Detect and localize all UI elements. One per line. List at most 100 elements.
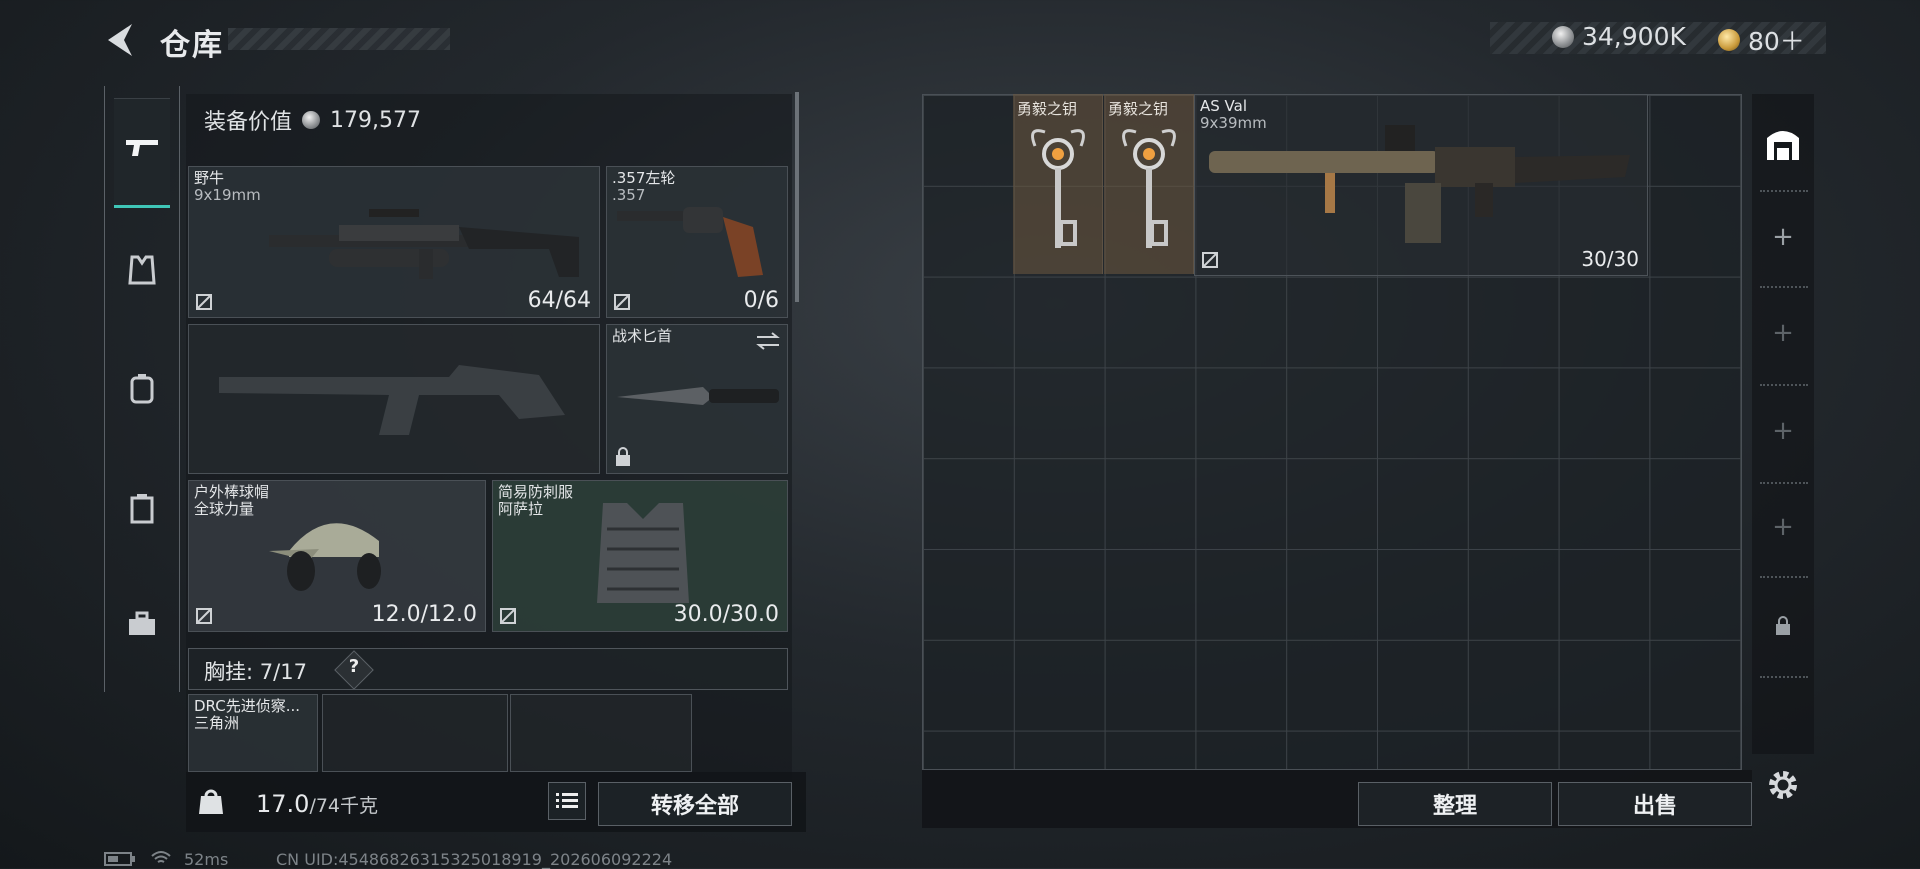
lock-icon — [1776, 616, 1790, 635]
backpack-icon — [130, 374, 154, 404]
loadout-scrollbar[interactable] — [795, 92, 799, 302]
chest-rig-empty-slot[interactable] — [322, 694, 508, 772]
item-name: .357左轮 — [612, 169, 676, 187]
transfer-all-button[interactable]: 转移全部 — [598, 782, 792, 826]
revolver-image — [617, 207, 763, 277]
no-insure-icon — [196, 294, 212, 310]
empty-rifle-silhouette — [219, 365, 565, 435]
wifi-icon — [151, 851, 171, 863]
item-origin: 阿萨拉 — [498, 500, 544, 518]
list-view-button[interactable] — [548, 782, 586, 820]
stash-icon[interactable] — [1763, 124, 1803, 164]
swap-icon[interactable] — [755, 331, 781, 351]
stash-item-key[interactable]: 勇毅之钥 — [1013, 94, 1103, 274]
back-arrow-icon[interactable] — [102, 20, 138, 60]
battery-icon — [104, 852, 135, 866]
melee-slot[interactable]: 战术匕首 — [606, 324, 788, 474]
rail-tab-backpack[interactable] — [114, 360, 170, 416]
primary-weapon-slot[interactable]: 野牛 9x19mm 64/64 — [188, 166, 600, 318]
weight-icon — [199, 789, 223, 814]
rail-divider — [1760, 384, 1808, 386]
armor-slot[interactable]: 简易防刺服 阿萨拉 30.0/30.0 — [492, 480, 788, 632]
coin-balance[interactable]: 34,900K — [1552, 22, 1686, 51]
plus-icon: + — [1772, 318, 1794, 348]
chest-rig-icon — [130, 494, 154, 524]
stash-item-asval[interactable]: AS Val 9x39mm 30/30 — [1194, 94, 1648, 276]
ammo-count: 30/30 — [1581, 247, 1639, 271]
weight-current: 17.0 — [256, 790, 310, 818]
armor-vest-icon — [128, 255, 156, 285]
ammo-count: 64/64 — [527, 288, 591, 313]
asval-rifle-image — [1209, 125, 1630, 243]
slot-text: 户外棒球帽 全球力量 — [194, 484, 269, 518]
rail-divider — [1760, 286, 1808, 288]
ticket-balance[interactable]: 80＋ — [1718, 22, 1805, 58]
slot-text: 简易防刺服 阿萨拉 — [498, 484, 573, 518]
coin-amount: 34,900K — [1582, 22, 1686, 51]
chest-rig-empty-slot[interactable] — [510, 694, 692, 772]
stash-item-key[interactable]: 勇毅之钥 — [1104, 94, 1194, 274]
cap-headset-image — [269, 523, 381, 591]
item-origin: 三角洲 — [194, 714, 240, 732]
rail-divider — [1760, 676, 1808, 678]
uid-label: CN UID:454868263153250189​19_20260609222… — [276, 850, 673, 869]
no-insure-icon — [196, 608, 212, 624]
item-name: 勇毅之钥 — [1017, 100, 1078, 118]
rail-tab-armor[interactable] — [114, 242, 170, 298]
rail-divider — [1760, 190, 1808, 192]
equipment-value-label: 装备价值 — [204, 110, 293, 135]
coin-icon — [1552, 25, 1574, 48]
plus-icon: + — [1772, 416, 1794, 446]
durability: 12.0/12.0 — [371, 602, 477, 627]
toolbox-icon — [129, 611, 155, 635]
rail-tab-weapons[interactable] — [114, 120, 170, 176]
pistol-icon — [126, 140, 158, 156]
ping-label: 52ms — [184, 850, 229, 869]
add-page-icon[interactable]: + — [1768, 222, 1798, 252]
slot-text: DRC先进侦察... 三角洲 — [194, 698, 300, 732]
item-name: 野牛 — [194, 169, 225, 187]
helmet-slot[interactable]: 户外棒球帽 全球力量 12.0/12.0 — [188, 480, 486, 632]
chest-rig-item[interactable]: DRC先进侦察... 三角洲 — [188, 694, 318, 772]
list-icon — [556, 793, 578, 808]
sidearm-slot[interactable]: .357左轮 .357 0/6 — [606, 166, 788, 318]
title-decoration — [228, 28, 450, 50]
item-name: 户外棒球帽 — [194, 483, 270, 501]
item-caliber: 9x19mm — [194, 186, 261, 204]
lock-icon — [616, 447, 630, 466]
item-name: 简易防刺服 — [498, 483, 574, 501]
chest-rig-label: 胸挂: — [204, 660, 254, 684]
ticket-icon — [1718, 29, 1740, 51]
ammo-count: 0/6 — [743, 288, 779, 313]
knife-image — [617, 387, 779, 405]
rail-divider — [1760, 482, 1808, 484]
rail-tab-chest-rig[interactable] — [114, 480, 170, 536]
rail-divider — [1760, 576, 1808, 578]
equipment-value-amount: 179,577 — [330, 107, 421, 133]
page-title: 仓库 — [160, 28, 224, 63]
help-icon[interactable]: ? — [346, 656, 362, 677]
stab-vest-image — [597, 503, 689, 603]
chest-rig-title: 胸挂: 7/17 — [204, 656, 307, 686]
item-name: DRC先进侦察... — [194, 697, 301, 715]
durability: 30.0/30.0 — [673, 602, 779, 627]
slot-text: 野牛 9x19mm — [194, 170, 261, 204]
no-insure-icon — [500, 608, 516, 624]
no-insure-icon — [1202, 252, 1218, 268]
key-image — [1031, 129, 1085, 248]
equipment-value: 装备价值 179,577 — [204, 104, 421, 136]
key-image — [1122, 129, 1176, 248]
carry-weight: 17.0/74千克 — [256, 790, 378, 818]
sell-button[interactable]: 出售 — [1558, 782, 1752, 826]
item-origin: 全球力量 — [194, 500, 255, 518]
coin-icon — [302, 111, 321, 129]
gear-icon[interactable] — [1766, 768, 1800, 802]
secondary-weapon-slot[interactable] — [188, 324, 600, 474]
organize-button[interactable]: 整理 — [1358, 782, 1552, 826]
ticket-amount: 80＋ — [1748, 27, 1805, 56]
weight-max: /74千克 — [309, 795, 379, 817]
rail-tab-toolbox[interactable] — [114, 596, 170, 652]
item-name: 战术匕首 — [612, 327, 673, 345]
bizon-smg-image — [269, 209, 579, 279]
item-name: 勇毅之钥 — [1108, 100, 1169, 118]
